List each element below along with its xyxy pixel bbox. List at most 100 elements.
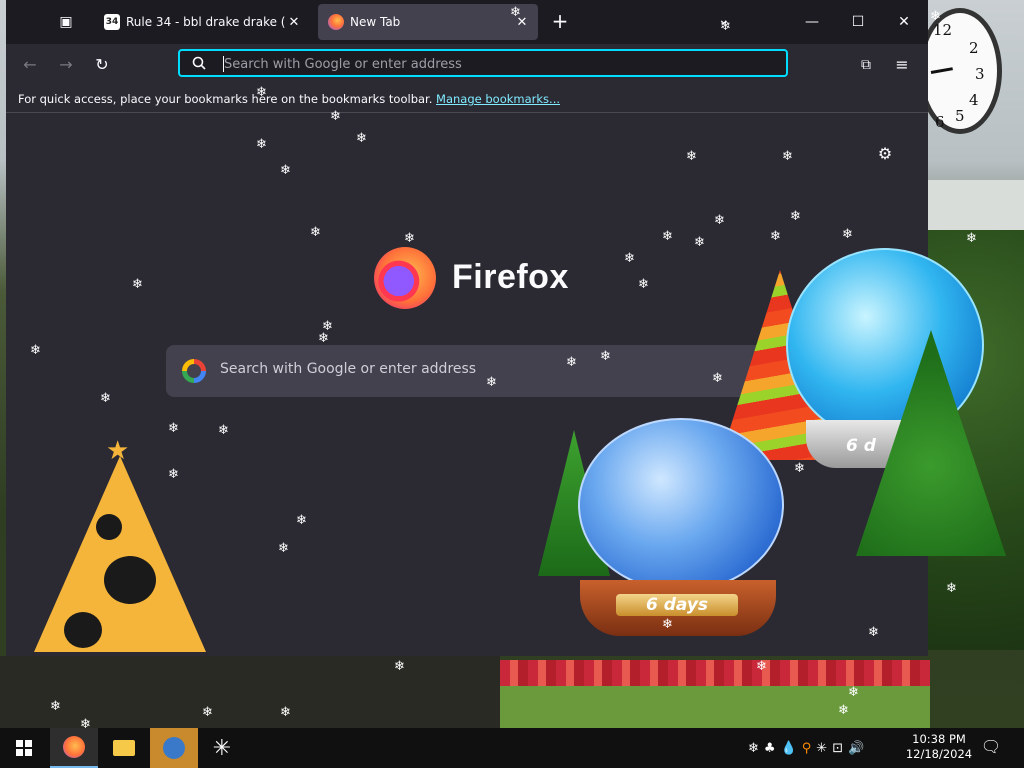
network-icon[interactable]: ⊡ <box>832 741 843 756</box>
snowflake-icon: ❄ <box>318 331 329 346</box>
clock-number: 2 <box>969 39 979 57</box>
snowflake-icon: ❄ <box>100 391 111 406</box>
app-menu-hamburger-icon[interactable]: ≡ <box>890 53 914 77</box>
snowflake-icon: ❄ <box>842 227 853 242</box>
snowflake-icon: ❄ <box>770 229 781 244</box>
notification-center-icon[interactable]: 🗨 <box>980 736 1002 758</box>
windows-logo-icon <box>16 740 32 756</box>
snowflake-icon: ❄ <box>330 109 341 124</box>
snowflake-icon: ❄ <box>838 703 849 718</box>
app-icon <box>163 737 185 759</box>
search-icon <box>192 56 206 70</box>
manage-bookmarks-link[interactable]: Manage bookmarks... <box>436 92 560 106</box>
clock-time: 10:38 PM <box>912 732 966 746</box>
extensions-icon[interactable]: ⧉ <box>854 53 878 77</box>
google-icon <box>182 359 206 383</box>
search-tray-icon[interactable]: ⚲ <box>802 741 812 756</box>
firefox-wordmark: Firefox <box>452 258 569 296</box>
bookmarks-toolbar: For quick access, place your bookmarks h… <box>6 86 928 113</box>
snowflake-icon: ❄ <box>280 163 291 178</box>
snowflake-icon: ❄ <box>132 277 143 292</box>
wallpaper-flower-hedge <box>500 660 930 686</box>
snowflake-icon: ❄ <box>168 421 179 436</box>
snowflake-icon: ❄ <box>296 513 307 528</box>
snowflake-icon: ❄ <box>662 229 673 244</box>
droplet-tray-icon[interactable]: 💧 <box>781 741 797 756</box>
snowflake-icon: ❄ <box>714 213 725 228</box>
clock-number: 3 <box>975 65 985 83</box>
tab-new-tab[interactable]: New Tab ✕ <box>318 4 538 40</box>
snowflake-icon: ❄ <box>256 137 267 152</box>
folder-icon <box>113 740 135 756</box>
snowflake-icon: ❄ <box>218 423 229 438</box>
clock-hour-hand <box>930 67 953 74</box>
snowflake-icon: ❄ <box>600 349 611 364</box>
snowflake-icon: ❄ <box>946 581 957 596</box>
taskbar-clock[interactable]: 10:38 PM 12/18/2024 <box>904 732 974 762</box>
clock-number: 4 <box>969 91 979 109</box>
snowflake-icon: ❄ <box>756 659 767 674</box>
firefox-view-icon[interactable]: ▣ <box>56 12 76 32</box>
snowflake-icon: ❄ <box>868 625 879 640</box>
clock-date: 12/18/2024 <box>905 747 973 761</box>
snowflake-icon: ❄ <box>486 375 497 390</box>
text-caret <box>223 56 224 72</box>
taskbar: ✳ ❄ ♣ 💧 ⚲ ✳ ⊡ 🔊 10:38 PM 12/18/2024 🗨 <box>0 728 1024 768</box>
snowflake-icon: ❄ <box>394 659 405 674</box>
address-bar[interactable] <box>178 49 788 77</box>
snowflake-icon: ❄ <box>256 85 267 100</box>
snow-globe-countdown-label: 6 days <box>616 594 738 616</box>
tab-strip: ▣ 34 Rule 34 - bbl drake drake (rappe ✕ … <box>6 0 928 44</box>
taskbar-file-explorer[interactable] <box>100 728 148 768</box>
snowflake-icon: ❄ <box>278 541 289 556</box>
snow-globe-countdown-label: 6 d <box>846 436 876 456</box>
clock-number: 6 <box>935 113 945 131</box>
wallpaper-dark-area <box>0 656 500 728</box>
tree-ornament-hole <box>96 514 122 540</box>
taskbar-snow-app[interactable]: ✳ <box>198 728 246 768</box>
snowflake-icon: ❄ <box>720 19 731 34</box>
nav-toolbar: ← → ↻ ⧉ ≡ <box>6 44 928 86</box>
snowflake-icon: ❄ <box>638 277 649 292</box>
taskbar-app[interactable] <box>150 728 198 768</box>
snowflake-icon: ❄ <box>168 467 179 482</box>
tab-close-icon[interactable]: ✕ <box>286 15 302 30</box>
back-arrow-icon[interactable]: ← <box>18 53 42 77</box>
wallpaper-lawn <box>500 686 930 728</box>
new-tab-plus-icon[interactable]: + <box>550 11 570 32</box>
maximize-icon[interactable]: ☐ <box>846 10 870 34</box>
snowflake-icon: ❄ <box>280 705 291 720</box>
snowflake-icon: ❄ <box>510 5 521 20</box>
clock-number: 5 <box>955 107 965 125</box>
snowflake-icon: ❄ <box>50 699 61 714</box>
minimize-icon[interactable]: — <box>800 10 824 34</box>
snowflake-icon: ❄ <box>930 9 941 24</box>
window-close-icon[interactable]: ✕ <box>892 10 916 34</box>
reload-icon[interactable]: ↻ <box>90 53 114 77</box>
desktop-clock-widget: 12 2 3 4 5 6 <box>918 8 1002 134</box>
asterisk-tray-icon[interactable]: ✳ <box>816 741 827 756</box>
golden-christmas-tree-decoration <box>34 456 206 652</box>
snowflake-tray-icon[interactable]: ❄ <box>748 741 759 756</box>
firefox-favicon-icon <box>328 14 344 30</box>
snowflake-icon: ❄ <box>624 251 635 266</box>
tree-star-icon: ★ <box>106 436 130 466</box>
newtab-search-box[interactable]: Search with Google or enter address <box>166 345 766 397</box>
snowflake-app-icon: ✳ <box>212 735 232 761</box>
bookmarks-hint: For quick access, place your bookmarks h… <box>18 86 560 112</box>
tab-rule34[interactable]: 34 Rule 34 - bbl drake drake (rappe ✕ <box>94 4 310 40</box>
address-input[interactable] <box>222 54 766 74</box>
newtab-search-placeholder: Search with Google or enter address <box>220 361 477 377</box>
snowman-snow-globe-decoration <box>578 418 784 592</box>
volume-icon[interactable]: 🔊 <box>848 741 864 756</box>
forward-arrow-icon[interactable]: → <box>54 53 78 77</box>
snowflake-icon: ❄ <box>712 371 723 386</box>
settings-gear-icon[interactable]: ⚙ <box>876 145 894 163</box>
firefox-icon <box>63 736 85 758</box>
app-tray-icon[interactable]: ♣ <box>764 741 776 756</box>
bookmarks-hint-text: For quick access, place your bookmarks h… <box>18 92 433 106</box>
taskbar-firefox[interactable] <box>50 728 98 768</box>
snowflake-icon: ❄ <box>966 231 977 246</box>
snowflake-icon: ❄ <box>566 355 577 370</box>
start-button[interactable] <box>0 728 48 768</box>
